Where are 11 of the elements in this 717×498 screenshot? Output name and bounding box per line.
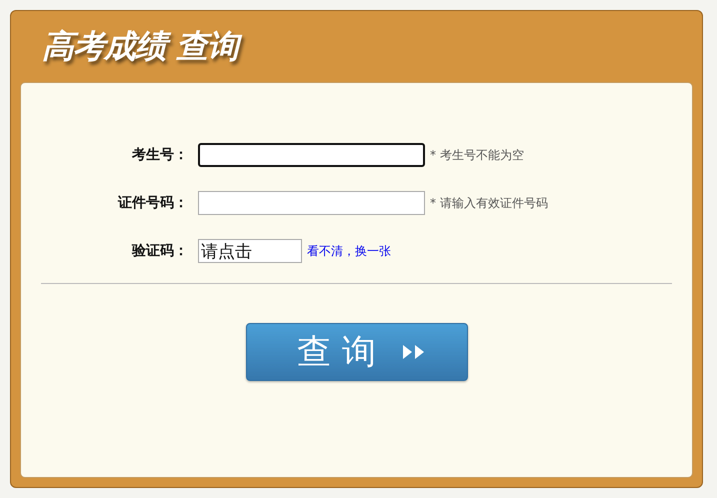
input-field[interactable]	[198, 191, 425, 215]
field-label: 考生号：	[131, 146, 188, 164]
field-hint: * 考生号不能为空	[430, 146, 524, 164]
field-label: 验证码：	[130, 242, 188, 260]
field-label: 证件号码：	[116, 194, 188, 212]
field-hint: * 请输入有效证件号码	[430, 194, 548, 212]
query-button[interactable]: 查 询	[246, 323, 468, 381]
input-field[interactable]	[198, 143, 425, 167]
captcha-field[interactable]: 请点击	[198, 239, 302, 263]
refresh-captcha-link[interactable]: 看不清，换一张	[307, 242, 391, 260]
double-arrow-icon	[402, 344, 426, 360]
